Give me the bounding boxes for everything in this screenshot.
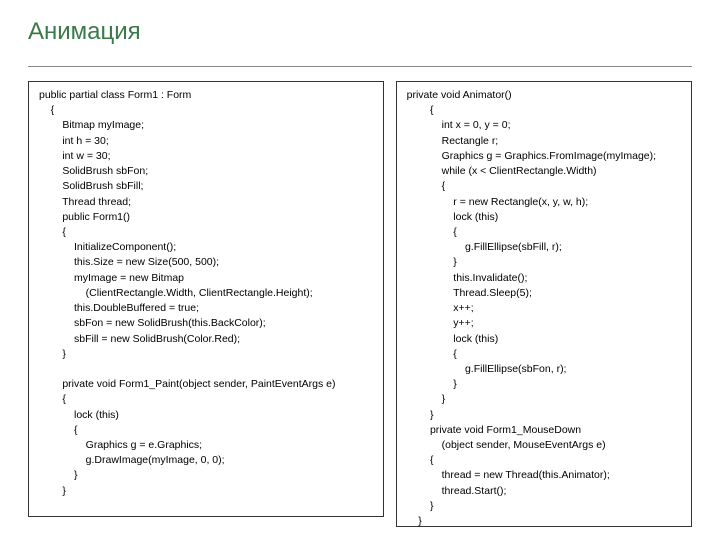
code-block-right: private void Animator() { int x = 0, y =…: [396, 81, 692, 527]
slide: Анимация public partial class Form1 : Fo…: [0, 0, 720, 540]
slide-title: Анимация: [28, 18, 692, 52]
title-underline: [28, 66, 692, 67]
columns: public partial class Form1 : Form { Bitm…: [28, 81, 692, 527]
code-block-left: public partial class Form1 : Form { Bitm…: [28, 81, 384, 517]
